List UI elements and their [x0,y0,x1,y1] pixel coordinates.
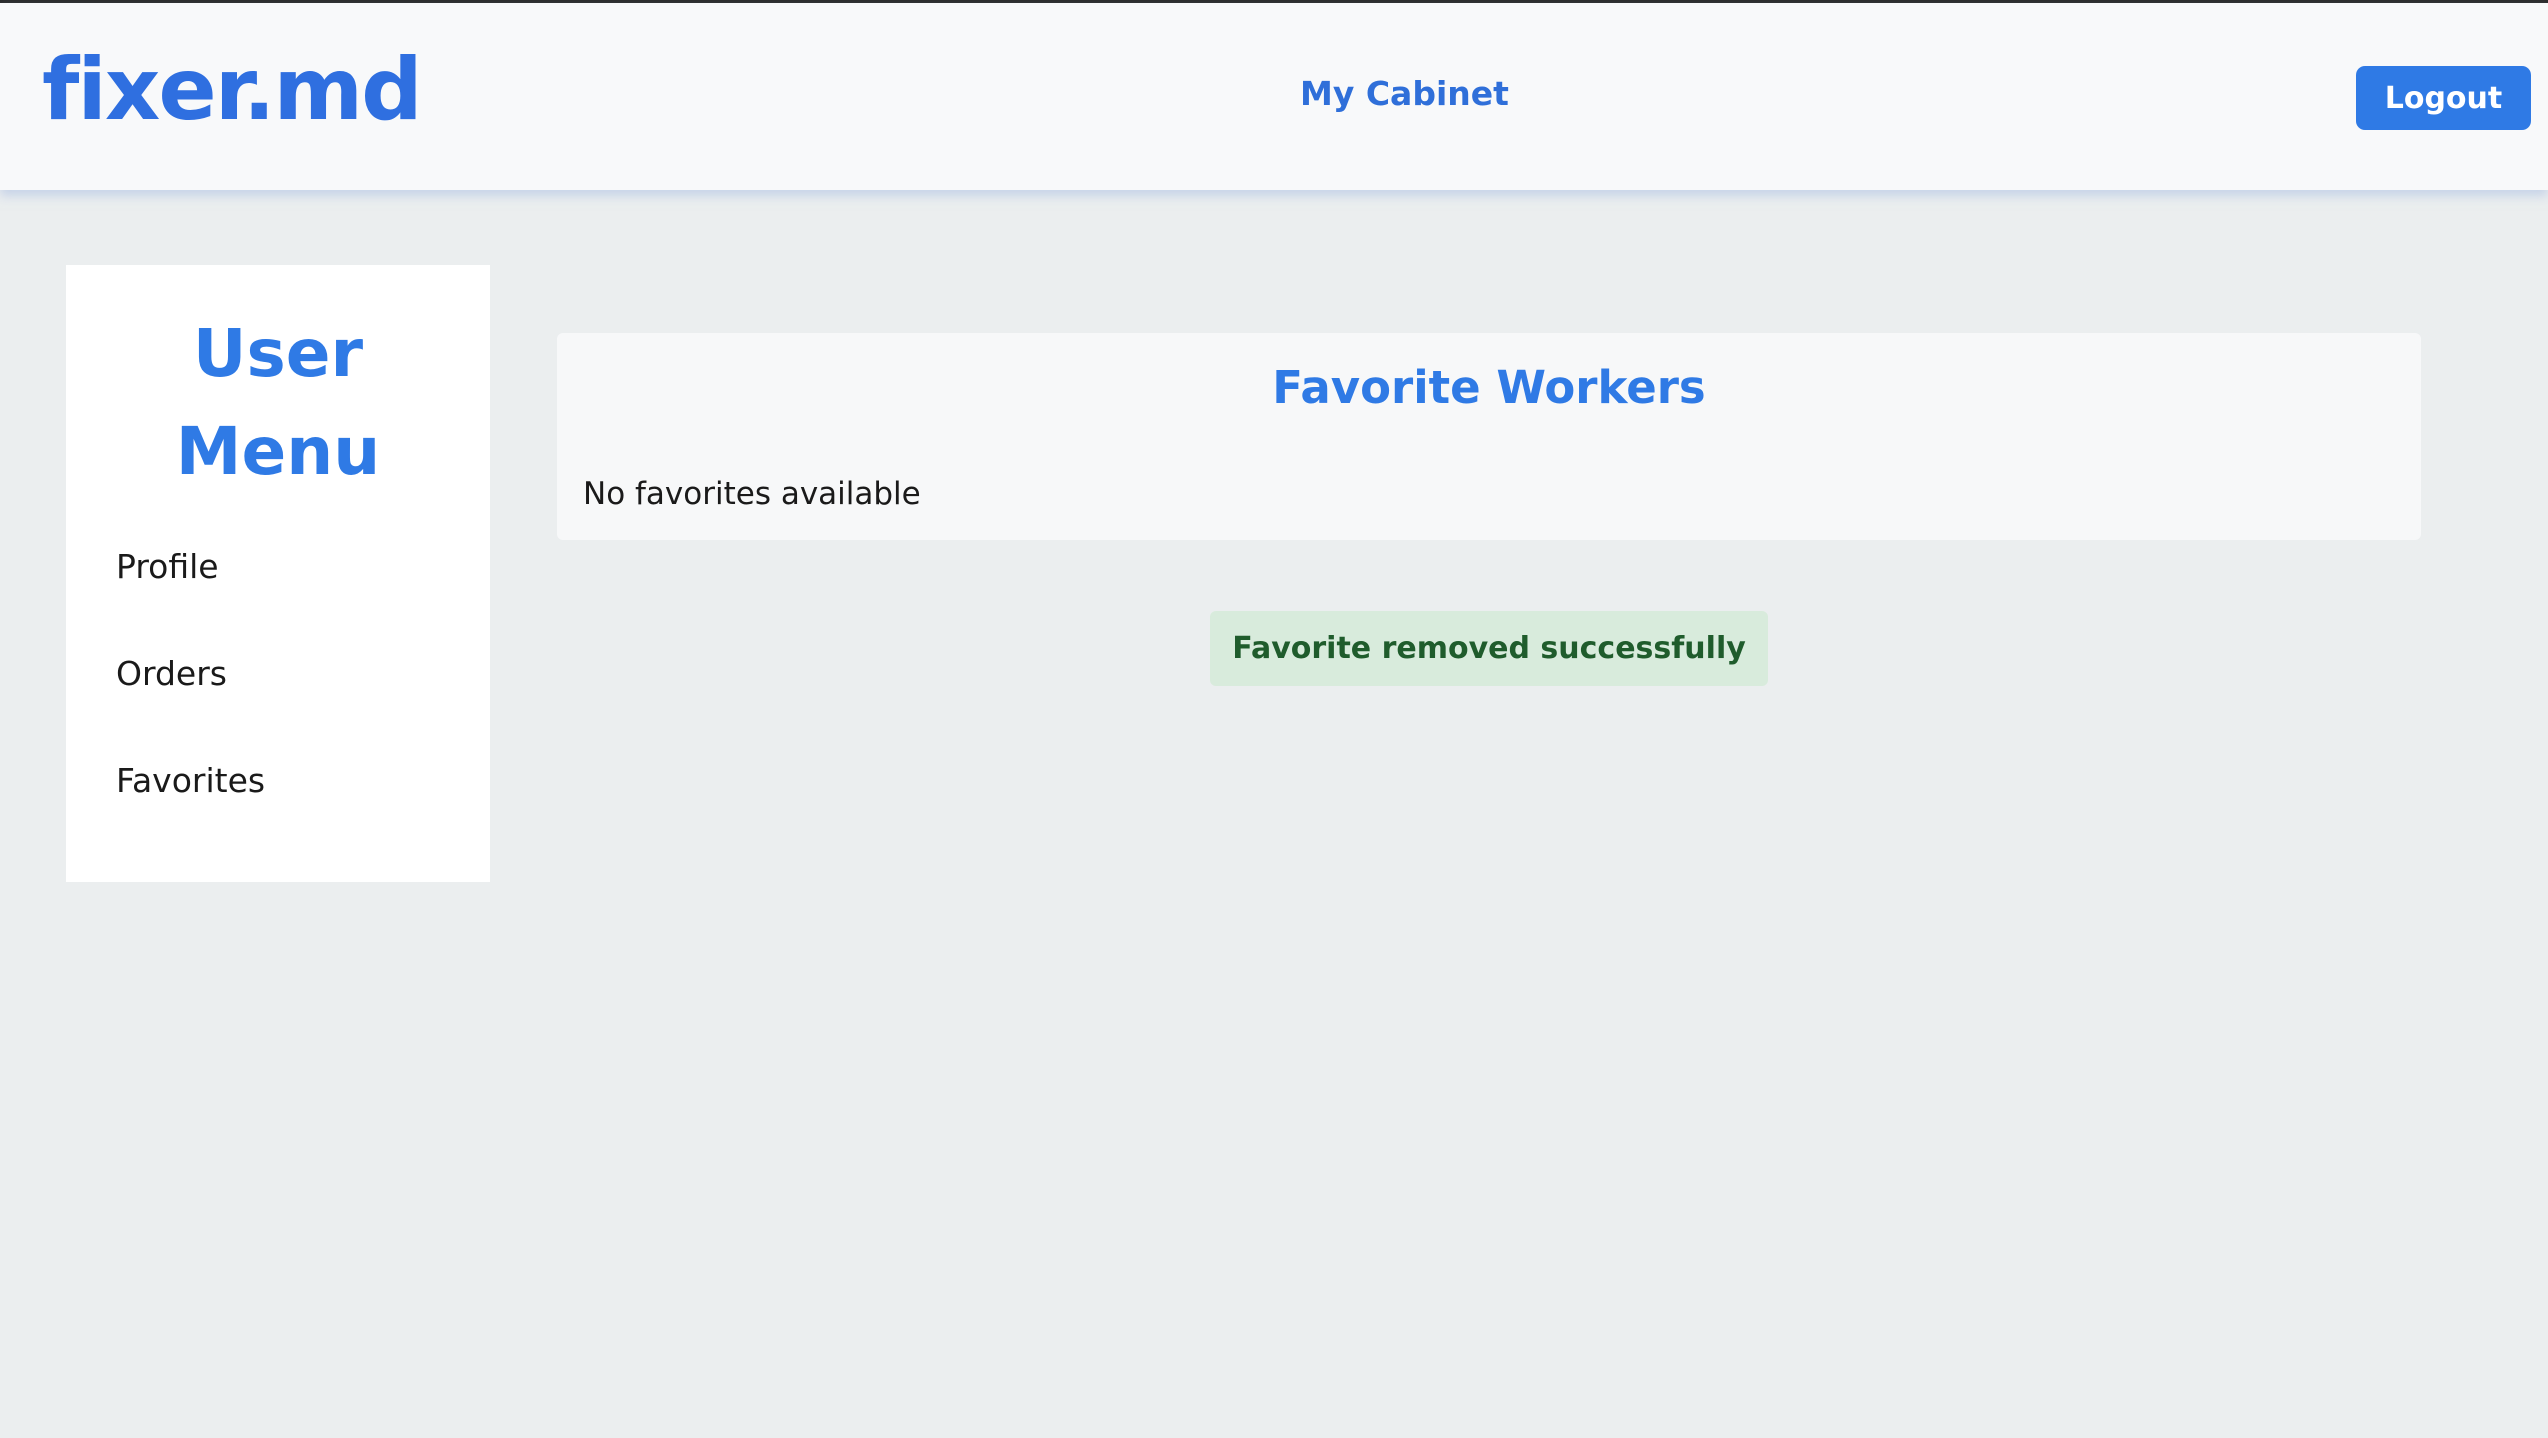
user-menu-sidebar: User Menu Profile Orders Favorites [66,265,490,882]
site-logo[interactable]: fixer.md [42,47,423,133]
page-nav-title[interactable]: My Cabinet [1300,77,1509,110]
sidebar-item-profile[interactable]: Profile [116,550,219,583]
logout-button[interactable]: Logout [2356,66,2531,130]
favorite-workers-card: Favorite Workers No favorites available [557,333,2421,540]
sidebar-item-orders[interactable]: Orders [116,657,227,690]
top-header: fixer.md My Cabinet Logout [0,3,2548,190]
sidebar-title: User Menu [175,315,381,490]
success-notification: Favorite removed successfully [1210,611,1768,686]
card-title: Favorite Workers [1272,361,1706,414]
empty-favorites-message: No favorites available [583,476,921,512]
sidebar-item-favorites[interactable]: Favorites [116,764,265,797]
